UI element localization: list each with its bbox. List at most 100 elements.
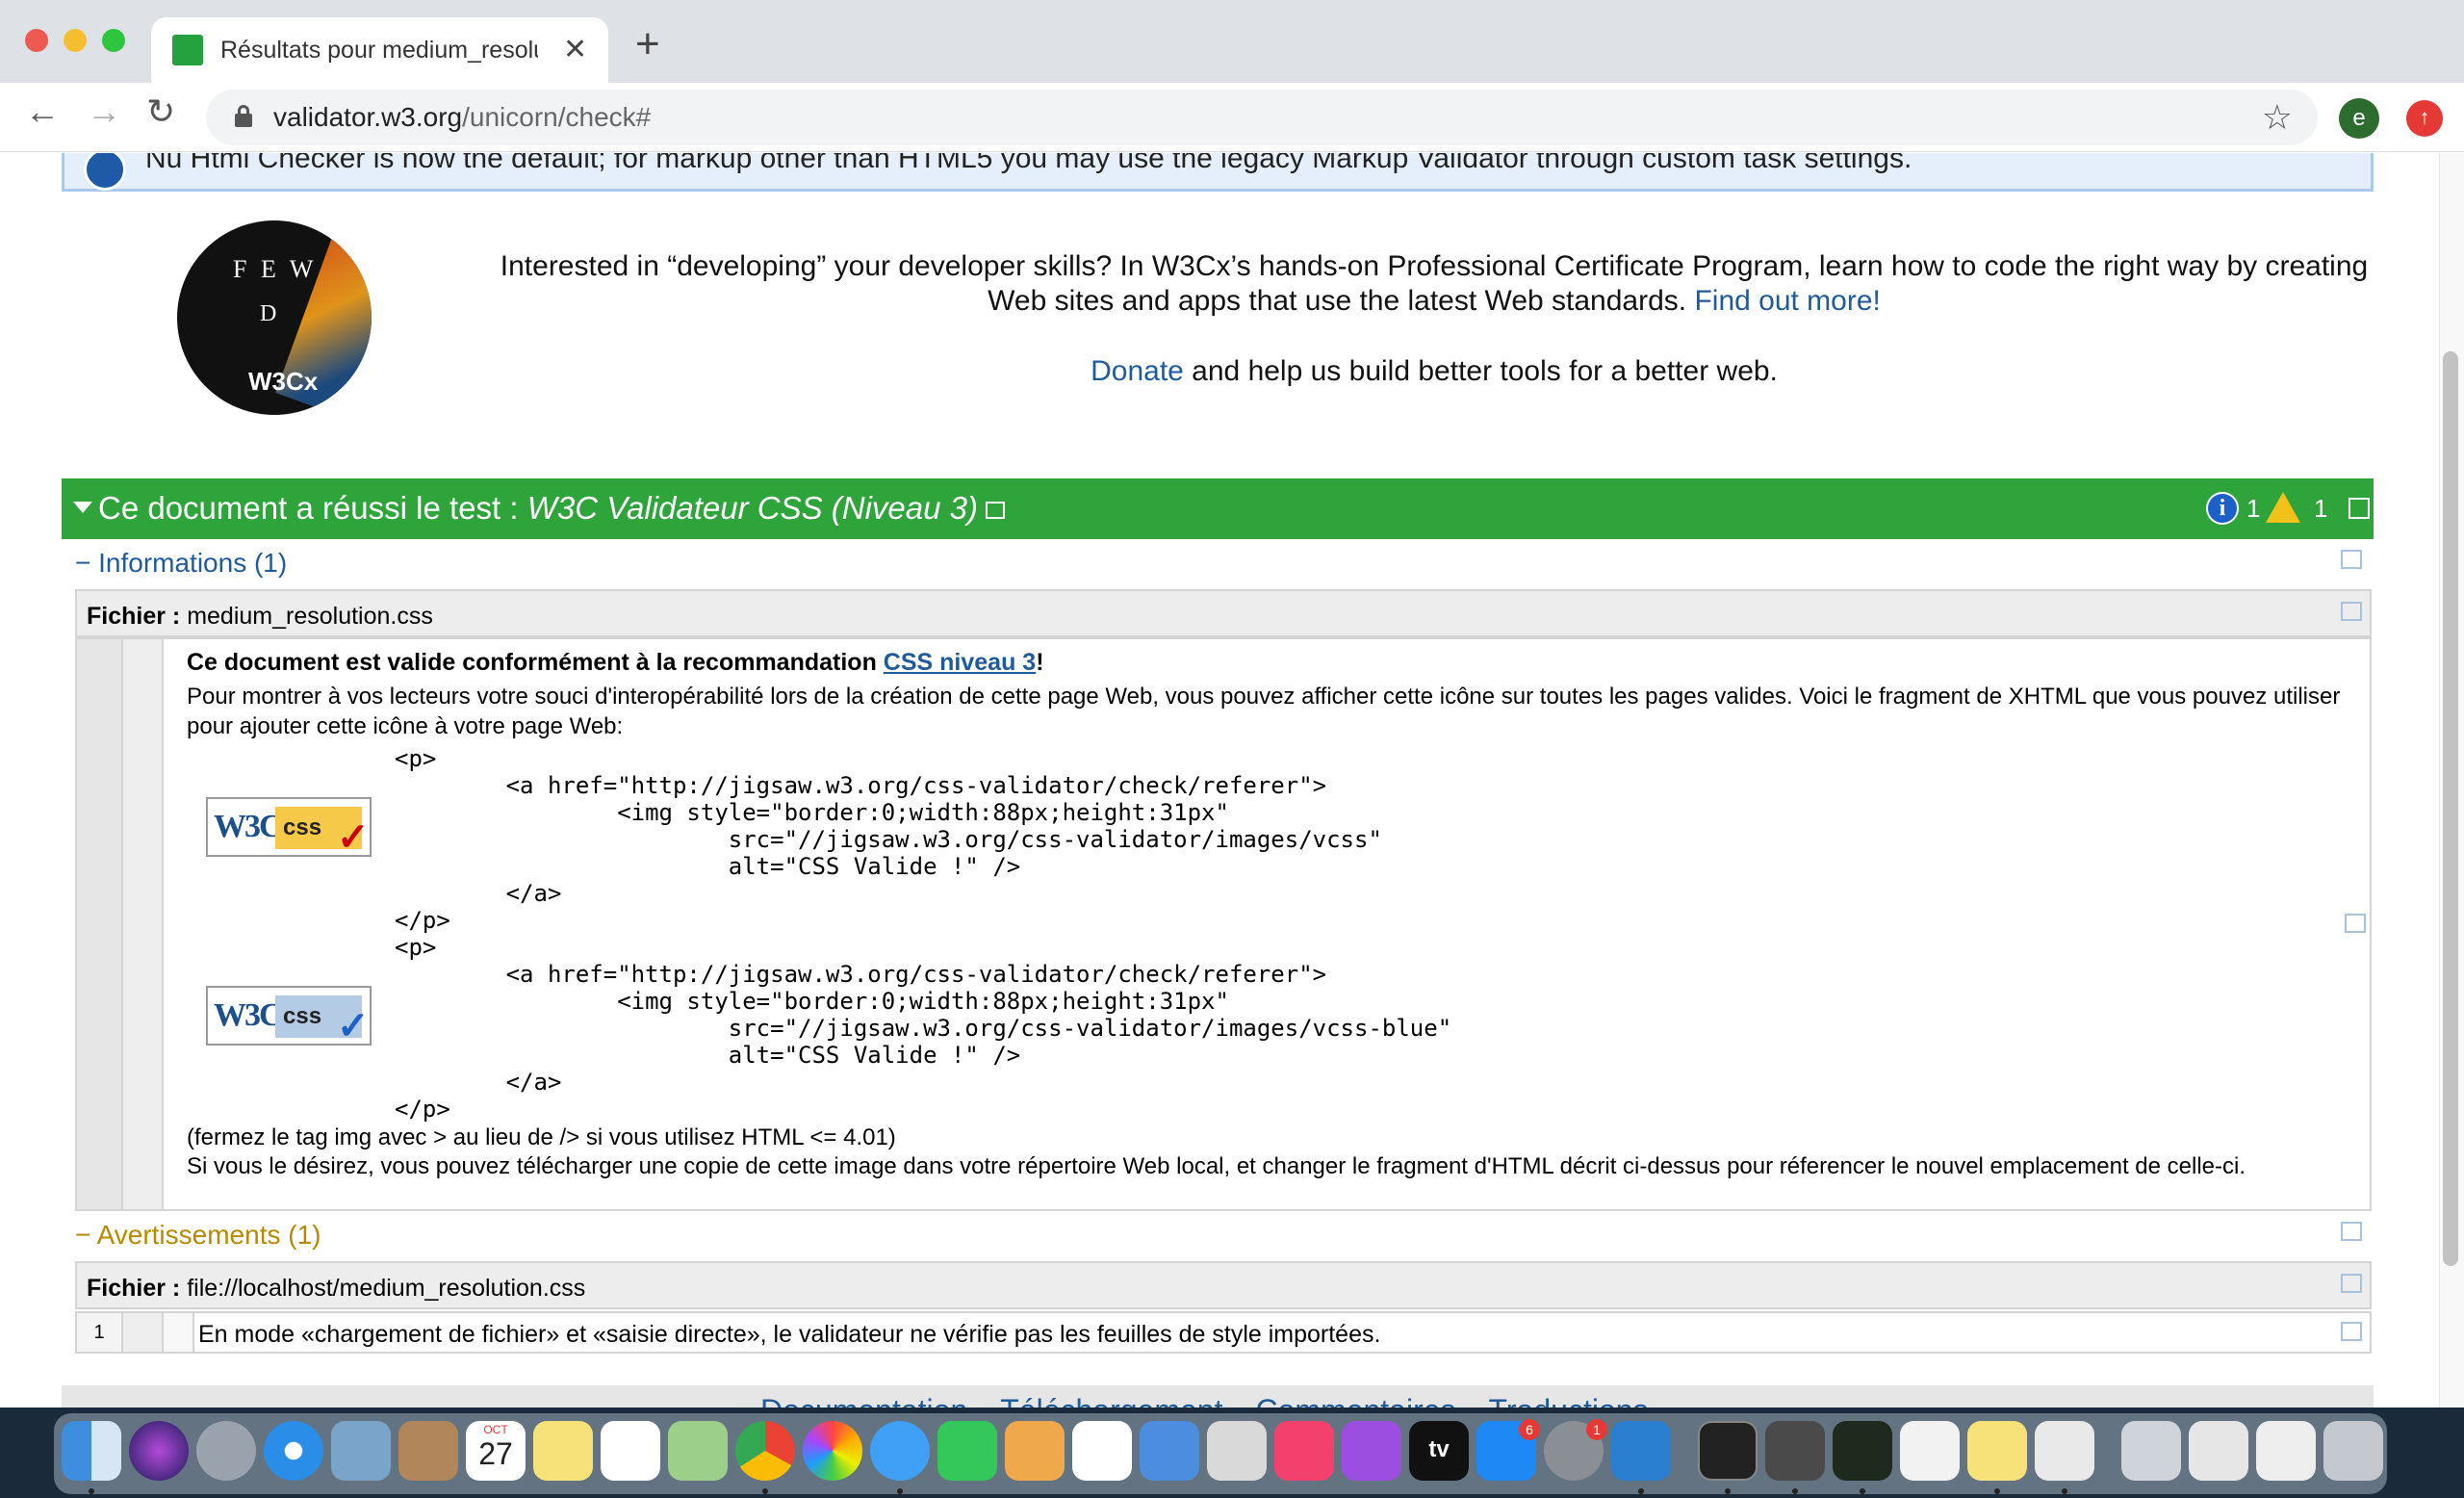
valid-info-box: Ce document est valide conformément à la… [75,637,2372,1211]
reload-icon[interactable]: ↻ [146,94,175,129]
browser-window: Résultats pour medium_resolut ✕ + ← → ↻ … [0,0,2464,1408]
popout-icon[interactable] [2341,1322,2362,1341]
close-window-button[interactable] [25,29,48,52]
footer-link-download[interactable]: Téléchargement [1000,1393,1222,1408]
numbers-icon[interactable] [1072,1421,1132,1481]
w3c-css-blue-badge: W3C css ✓ [206,986,372,1046]
downloads-folder-icon[interactable] [2121,1421,2181,1481]
popout-icon[interactable] [2341,602,2362,621]
footer-link-translations[interactable]: Traductions [1489,1393,1649,1408]
scrollbar-thumb[interactable] [2443,351,2458,1266]
document-icon[interactable] [1900,1421,1960,1481]
donate-link[interactable]: Donate [1091,355,1184,387]
apple-tv-icon[interactable]: tv [1409,1421,1469,1481]
close-tab-icon[interactable]: ✕ [563,33,587,66]
update-icon[interactable]: ↑ [2406,100,2443,137]
bookmark-star-icon[interactable]: ☆ [2262,97,2293,138]
w3cx-fewd-logo[interactable]: F E W D W3Cx [177,220,372,415]
warning-count: 1 [2314,494,2328,523]
app-store-icon[interactable]: 6 [1476,1419,1540,1481]
profile-avatar[interactable]: e [2339,98,2379,139]
footer-link-feedback[interactable]: Commentaires [1255,1393,1455,1408]
warning-message: En mode «chargement de fichier» et «sais… [198,1321,1381,1348]
forward-arrow-icon[interactable]: → [87,94,121,129]
page-content: Nu Html Checker is now the default; for … [0,153,2439,1408]
facetime-icon[interactable] [937,1421,997,1481]
interop-paragraph: Pour montrer à vos lecteurs votre souci … [187,684,2341,739]
screenshot-thumbnail-icon[interactable] [2189,1421,2248,1481]
maps-icon[interactable] [668,1421,728,1481]
info-file-bar: Fichier : medium_resolution.css [75,589,2372,637]
messages-icon[interactable] [870,1421,930,1481]
terminal-icon[interactable] [1698,1421,1758,1481]
valid-heading: Ce document est valide conformément à la… [187,649,1044,676]
music-icon[interactable] [1274,1421,1334,1481]
info-count-icon: i [2206,492,2239,525]
browser-toolbar: ← → ↻ validator.w3.org/unicorn/check# ☆ … [0,83,2464,152]
notes-icon[interactable] [533,1421,593,1481]
result-title: Ce document a réussi le test : W3C Valid… [98,490,1006,527]
warnings-toggle[interactable]: − Avertissements (1) [75,1220,321,1251]
pages-icon[interactable] [1005,1421,1065,1481]
footer-nav: Documentation Téléchargement Commentaires T… [62,1385,2374,1408]
footer-link-documentation[interactable]: Documentation [760,1393,967,1408]
warn-file-bar: Fichier : file://localhost/medium_resolu… [75,1261,2372,1309]
new-tab-button[interactable]: + [635,23,660,65]
notice-banner: Nu Html Checker is now the default; for … [62,153,2374,192]
find-out-more-link[interactable]: Find out more! [1694,285,1880,317]
popout-icon[interactable] [2341,1274,2362,1293]
window-thumbnail-icon[interactable] [2256,1421,2316,1481]
launchpad-icon[interactable] [196,1421,256,1481]
informations-toggle[interactable]: − Informations (1) [75,548,287,579]
notice-text: Nu Html Checker is now the default; for … [145,153,1912,174]
screenshot-icon[interactable] [1207,1421,1267,1481]
keynote-icon[interactable] [1140,1421,1199,1481]
siri-icon[interactable] [129,1421,189,1481]
w3c-css-badge: W3C css ✓ [206,797,372,857]
contacts-icon[interactable] [398,1421,458,1481]
tab-results[interactable]: Résultats pour medium_resolut ✕ [151,17,608,83]
back-arrow-icon[interactable]: ← [25,94,60,129]
promo-text: Interested in “developing” your develope… [500,250,2369,317]
podcasts-icon[interactable] [1342,1421,1401,1481]
lock-icon [235,105,252,127]
mail-icon[interactable] [331,1421,391,1481]
popout-icon[interactable] [2341,550,2362,569]
result-bar[interactable]: Ce document a réussi le test : W3C Valid… [62,478,2374,539]
donate-line: Donate and help us build better tools fo… [1091,355,1778,387]
check-icon: ✓ [337,1005,370,1047]
chrome-icon[interactable] [735,1421,795,1481]
activity-monitor-icon[interactable] [1833,1421,1892,1481]
download-paragraph: Si vous le désirez, vous pouvez téléchar… [187,1153,2246,1179]
safari-icon[interactable] [264,1421,323,1481]
warning-row: 1 En mode «chargement de fichier» et «sa… [75,1311,2372,1354]
vscode-icon[interactable] [1611,1421,1671,1481]
reminders-icon[interactable] [601,1421,660,1481]
code-snippet-1: <p> <a href="http://jigsaw.w3.org/css-va… [395,745,1382,934]
textedit-icon[interactable] [2035,1421,2094,1481]
finder-icon[interactable] [62,1421,121,1481]
photos-icon[interactable] [803,1421,862,1481]
tab-strip: Résultats pour medium_resolut ✕ + [0,0,2464,83]
stickies-icon[interactable] [1967,1421,2027,1481]
popout-icon[interactable] [2345,914,2366,933]
info-icon [84,153,126,191]
address-bar[interactable]: validator.w3.org/unicorn/check# ☆ [206,90,2318,145]
dock: OCT 27 tv 6 1 [54,1413,2387,1494]
popout-icon[interactable] [2341,1222,2362,1241]
url-text[interactable]: validator.w3.org/unicorn/check# [273,102,651,133]
system-preferences-icon[interactable]: 1 [1544,1419,1607,1481]
sublime-text-icon[interactable] [1765,1421,1825,1481]
html401-note: (fermez le tag img avec > au lieu de /> … [187,1124,896,1150]
calendar-icon[interactable]: OCT 27 [466,1421,526,1481]
line-number: 1 [77,1313,123,1352]
favicon-icon [172,35,203,65]
zoom-window-button[interactable] [102,29,125,52]
trash-icon[interactable] [2323,1421,2383,1481]
info-count: 1 [2246,494,2261,523]
external-link-icon[interactable] [986,502,1006,520]
minimize-window-button[interactable] [64,29,87,52]
css-level3-link[interactable]: CSS niveau 3 [884,649,1036,676]
collapse-triangle-icon[interactable] [73,502,92,513]
popout-icon[interactable] [2348,498,2370,519]
